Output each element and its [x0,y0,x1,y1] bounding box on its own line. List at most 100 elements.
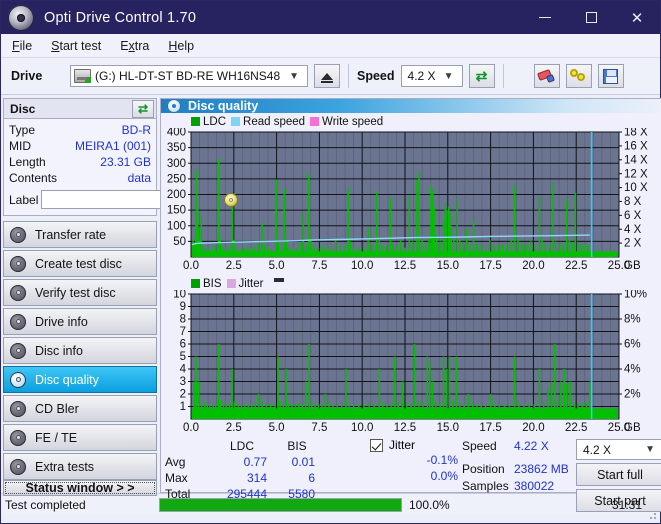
jitter-checkbox[interactable] [370,438,383,452]
svg-text:15.0: 15.0 [437,422,459,434]
svg-text:15.0: 15.0 [437,260,459,272]
status-window-button[interactable]: Status window > > [3,480,157,496]
sidebar-item-label: Disc quality [35,372,99,387]
stats-header-ldc: LDC [229,439,254,453]
svg-text:2.5: 2.5 [226,260,242,272]
svg-text:16 X: 16 X [624,140,648,152]
minimize-icon [539,17,551,18]
svg-text:4 X: 4 X [624,224,642,236]
disc-icon [10,226,26,243]
sidebar-item-cd-bler[interactable]: CD Bler [3,395,157,422]
sidebar-item-transfer-rate[interactable]: Transfer rate [3,221,157,248]
legend-item-write-speed: Write speed [310,116,383,128]
svg-text:GB: GB [624,260,641,272]
legend-label-bis: BIS [203,277,222,290]
svg-text:10 X: 10 X [624,182,648,194]
sidebar-item-label: Drive info [35,314,88,329]
minimize-button[interactable] [522,1,568,34]
disc-panel: Disc ⇄ Type BD-R MID MEIRA1 (001) Length… [3,98,240,216]
legend-label-write-speed: Write speed [322,115,384,128]
bis-chart[interactable]: 12345678910 2% 4% 6% 8% 10% 0.0 2.5 5.0 7.5 10.0 12… [161,290,655,435]
page-title: Disc quality [188,99,259,113]
svg-text:10: 10 [173,290,186,301]
save-button[interactable] [597,64,624,88]
ldc-chart-legend: LDC Read speed Write speed [161,115,661,128]
sidebar-item-disc-quality[interactable]: Disc quality [3,366,157,393]
disc-row-value: BD-R [121,123,151,137]
sidebar-item-create-test-disc[interactable]: Create test disc [3,250,157,277]
stats-row-key-avg: Avg [165,455,186,469]
drive-select[interactable]: (G:) HL-DT-ST BD-RE WH16NS48 1.D3 ▼ [70,65,308,87]
svg-text:4%: 4% [624,364,641,376]
svg-text:9: 9 [180,301,186,313]
svg-text:50: 50 [173,236,186,248]
test-speed-select[interactable]: 4.2 X ▼ [576,439,661,460]
cd-icon [224,192,239,207]
sidebar-item-verify-test-disc[interactable]: Verify test disc [3,279,157,306]
sidebar-item-drive-info[interactable]: Drive info [3,308,157,335]
menu-file[interactable]: FFileile [12,39,32,53]
disc-refresh-button[interactable]: ⇄ [132,99,154,118]
svg-text:4: 4 [180,364,187,376]
sidebar-item-disc-info[interactable]: Disc info [3,337,157,364]
drive-toolbar: Drive (G:) HL-DT-ST BD-RE WH16NS48 1.D3 … [1,58,660,95]
disc-icon [10,429,26,446]
maximize-button[interactable] [568,1,614,34]
sidebar-item-fe-te[interactable]: FE / TE [3,424,157,451]
svg-text:5.0: 5.0 [269,260,285,272]
disc-row-key: Type [9,123,36,137]
eject-button[interactable] [314,64,340,88]
disc-row-type: Type BD-R [9,122,151,138]
legend-item-bis: BIS [191,278,222,290]
sidebar-item-label: CD Bler [35,401,79,416]
charts-container: LDC Read speed Write speed 50 100 150 200 25… [161,113,661,435]
main-body: Disc ⇄ Type BD-R MID MEIRA1 (001) Length… [1,95,661,512]
start-full-button[interactable]: Start full [576,463,661,486]
disc-icon [10,400,26,417]
disc-row-key: Length [9,155,46,169]
refresh-button[interactable]: ⇄ [468,64,495,88]
svg-text:6 X: 6 X [624,210,642,222]
speed-key: Speed [462,439,497,453]
menu-start-test[interactable]: Start test [51,39,101,53]
legend-item-read-speed: Read speed [231,116,305,128]
legend-swatch-read-speed [231,117,241,126]
menu-help[interactable]: Help [168,39,194,53]
svg-text:10.0: 10.0 [351,422,373,434]
svg-text:20.0: 20.0 [522,260,544,272]
svg-text:14 X: 14 X [624,154,648,166]
jitter-checkbox-row[interactable]: Jitter [370,438,462,452]
drive-label: Drive [11,69,43,83]
svg-text:10%: 10% [624,290,647,301]
svg-text:8 X: 8 X [624,196,642,208]
chevron-down-icon: ▼ [443,70,454,82]
stats-corner [165,438,211,454]
resize-grip[interactable] [647,510,657,520]
legend-swatch-jitter [226,279,236,288]
svg-text:2: 2 [180,389,186,401]
erase-button[interactable] [533,64,560,88]
speed-select[interactable]: 4.2 X ▼ [400,65,463,87]
svg-text:6: 6 [180,339,186,351]
samples-value: 380022 [514,479,555,493]
progress-bar-fill [160,498,401,511]
speed-value: 4.22 X [514,439,549,453]
svg-text:22.5: 22.5 [565,260,587,272]
sidebar-item-label: Disc info [35,343,83,358]
jitter-label: Jitter [389,438,416,452]
close-button[interactable]: ✕ [614,1,660,34]
disc-row-value: data [127,171,151,185]
sidebar-item-extra-tests[interactable]: Extra tests [3,453,157,480]
legend-swatch-bis [191,279,200,288]
disc-quality-pane: Disc quality LDC Read speed Write speed … [160,98,661,512]
drive-icon [74,69,91,83]
svg-text:6%: 6% [624,339,641,351]
jitter-marker-icon [274,278,285,282]
samples-row: Samples 380022 [462,478,570,495]
sidebar-item-label: FE / TE [35,430,78,445]
key-button[interactable] [565,64,592,88]
disc-icon [10,313,26,330]
progress-percent: 100.0% [409,497,450,512]
menu-extra[interactable]: Extra [120,39,149,53]
legend-label-ldc: LDC [203,115,227,128]
